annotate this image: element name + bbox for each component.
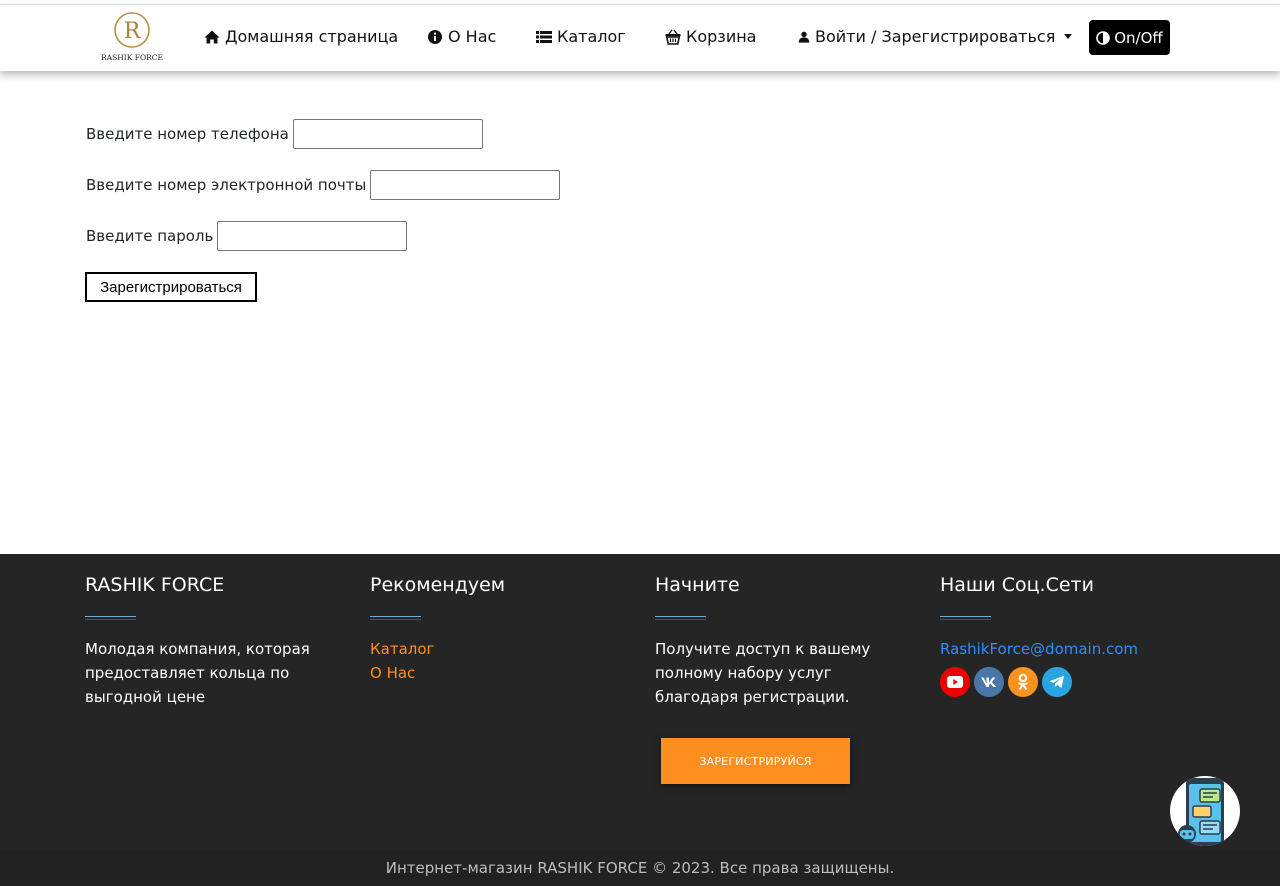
footer-recommend: Рекомендуем Каталог О Нас	[370, 574, 620, 685]
nav-cart-label: Корзина	[686, 27, 757, 46]
chatbot-icon	[1178, 778, 1224, 846]
email-input[interactable]	[370, 170, 561, 200]
list-icon	[536, 30, 552, 43]
footer-link-about[interactable]: О Нас	[370, 661, 620, 685]
email-row: Введите номер электронной почты	[86, 170, 561, 200]
brand-logo[interactable]: R RASHIK FORCE	[96, 11, 168, 63]
nav-about-label: О Нас	[448, 27, 497, 46]
footer-start: Начните Получите доступ к вашему полному…	[655, 574, 905, 709]
navbar: R RASHIK FORCE Домашняя страница О Нас К…	[0, 5, 1280, 71]
nav-about[interactable]: О Нас	[427, 27, 496, 46]
info-icon	[428, 29, 442, 44]
phone-input[interactable]	[292, 119, 483, 149]
vk-icon[interactable]	[974, 667, 1004, 697]
nav-catalog[interactable]: Каталог	[536, 27, 626, 46]
footer-recommend-title: Рекомендуем	[370, 574, 506, 596]
footer-start-text: Получите доступ к вашему полному набору …	[655, 640, 871, 706]
youtube-icon[interactable]	[940, 667, 970, 697]
footer-brand-title: RASHIK FORCE	[85, 574, 225, 596]
home-icon	[204, 30, 220, 43]
nav-catalog-label: Каталог	[557, 27, 626, 46]
footer-link-catalog[interactable]: Каталог	[370, 637, 620, 661]
footer-divider	[370, 616, 421, 617]
chevron-down-icon	[1064, 34, 1073, 39]
password-row: Введите пароль	[86, 221, 408, 251]
nav-home[interactable]: Домашняя страница	[204, 27, 398, 46]
odnoklassniki-icon[interactable]	[1008, 667, 1038, 697]
telegram-icon[interactable]	[1042, 667, 1072, 697]
password-input[interactable]	[217, 221, 408, 251]
email-label: Введите номер электронной почты	[86, 176, 367, 194]
phone-row: Введите номер телефона	[86, 119, 483, 149]
copyright-bar: Интернет-магазин RASHIK FORCE © 2023. Вс…	[0, 850, 1280, 886]
nav-home-label: Домашняя страница	[225, 27, 399, 46]
footer: RASHIK FORCE Молодая компания, которая п…	[0, 554, 1280, 886]
phone-label: Введите номер телефона	[86, 125, 289, 143]
logo-text: RASHIK FORCE	[101, 53, 163, 62]
nav-cart[interactable]: Корзина	[665, 27, 756, 46]
password-label: Введите пароль	[86, 227, 214, 245]
nav-login-label: Войти / Зарегистрироваться	[815, 27, 1056, 46]
contrast-icon	[1096, 30, 1111, 45]
theme-toggle-label: On/Off	[1114, 28, 1163, 47]
footer-socials-title: Наши Соц.Сети	[940, 574, 1094, 596]
footer-start-title: Начните	[655, 574, 740, 596]
theme-toggle-button[interactable]: On/Off	[1089, 20, 1170, 55]
footer-socials: Наши Соц.Сети RashikForce@domain.com	[940, 574, 1190, 697]
footer-email-link[interactable]: RashikForce@domain.com	[940, 637, 1190, 661]
footer-divider	[940, 616, 991, 617]
chatbot-button[interactable]	[1170, 776, 1240, 846]
footer-about-text: Молодая компания, которая предоставляет …	[85, 640, 310, 706]
register-submit-button[interactable]: Зарегистрироваться	[85, 272, 257, 302]
svg-text:R: R	[124, 19, 142, 44]
footer-divider	[85, 616, 136, 617]
footer-register-button[interactable]: ЗАРЕГИСТРИРУЙСЯ	[661, 738, 850, 784]
user-icon	[798, 31, 810, 43]
basket-icon	[665, 29, 681, 45]
nav-login-dropdown[interactable]: Войти / Зарегистрироваться	[798, 27, 1073, 46]
footer-divider	[655, 616, 706, 617]
footer-about: RASHIK FORCE Молодая компания, которая п…	[85, 574, 335, 709]
social-icons	[940, 667, 1190, 697]
